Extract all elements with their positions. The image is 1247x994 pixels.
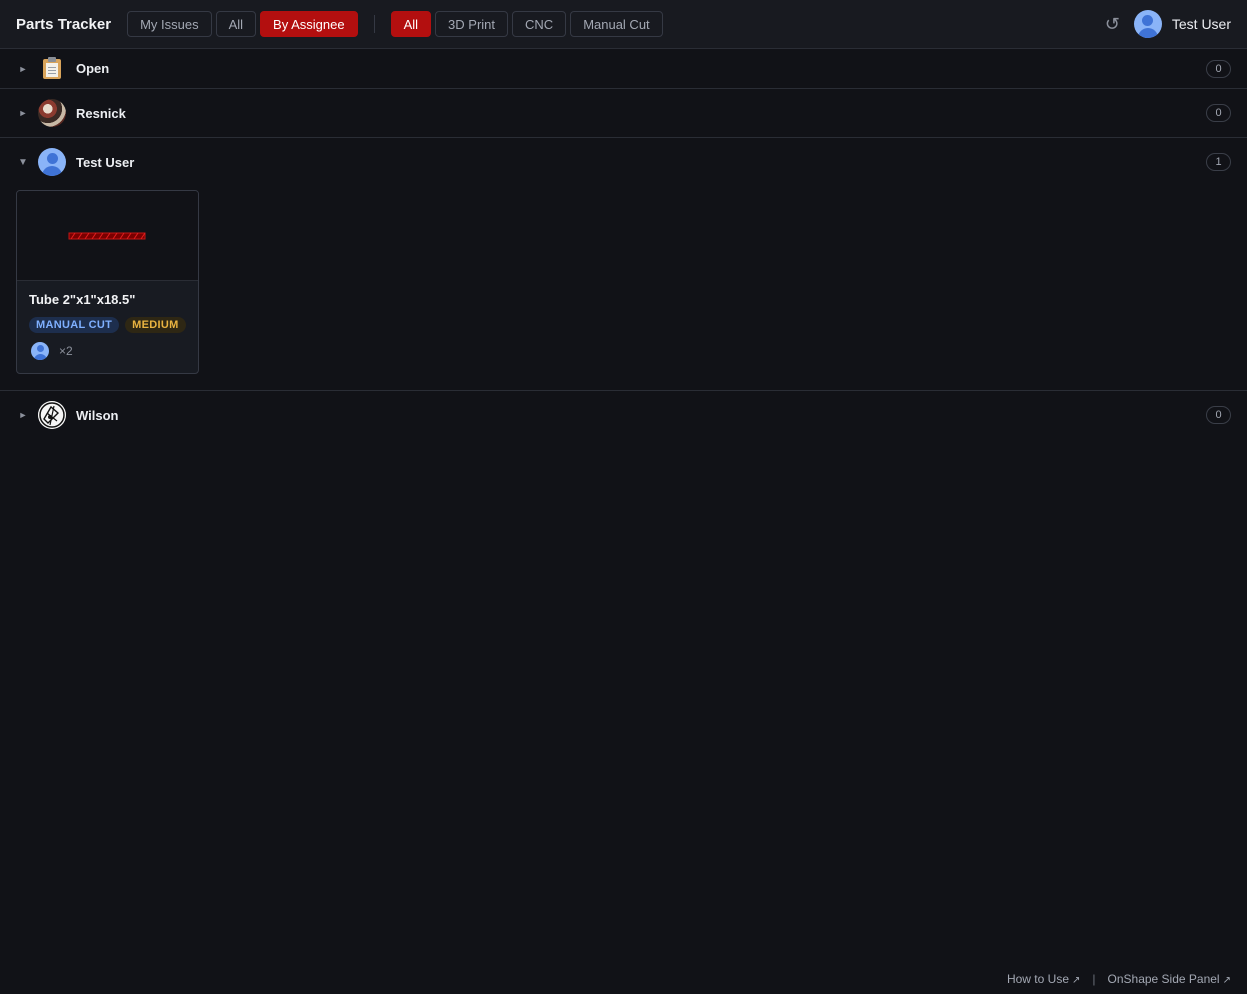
user-avatar-icon[interactable] bbox=[1133, 10, 1162, 38]
external-link-icon: ↗ bbox=[1072, 975, 1081, 986]
how-to-use-label: How to Use bbox=[1006, 972, 1069, 986]
group-test-user[interactable]: ▼ Test User 1 bbox=[0, 138, 1247, 186]
group-name: Test User bbox=[76, 154, 135, 170]
group-wilson[interactable]: ► Wilson 0 bbox=[0, 391, 1247, 439]
filter-all[interactable]: All bbox=[390, 11, 432, 37]
app-title: Parts Tracker bbox=[16, 15, 112, 33]
side-panel-label: OnShape Side Panel bbox=[1107, 972, 1220, 986]
priority-tag: MEDIUM bbox=[125, 317, 186, 333]
footer: How to Use ↗ | OnShape Side Panel ↗ bbox=[1007, 972, 1231, 986]
expand-caret-icon[interactable]: ► bbox=[16, 410, 30, 420]
toolbar-divider bbox=[373, 15, 375, 33]
type-tag: MANUAL CUT bbox=[29, 317, 120, 333]
expand-caret-icon[interactable]: ► bbox=[16, 108, 30, 118]
collapse-caret-icon[interactable]: ▼ bbox=[16, 157, 30, 168]
count-badge: 1 bbox=[1206, 153, 1231, 171]
avatar-resnick bbox=[38, 99, 66, 127]
tube-part-image bbox=[68, 232, 145, 239]
onshape-side-panel-link[interactable]: OnShape Side Panel ↗ bbox=[1108, 972, 1231, 986]
filter-cnc[interactable]: CNC bbox=[512, 11, 567, 37]
clipboard-icon bbox=[38, 55, 66, 83]
assignee-avatar-icon bbox=[31, 342, 49, 360]
group-resnick[interactable]: ► Resnick 0 bbox=[0, 89, 1247, 137]
user-avatar-icon bbox=[38, 148, 66, 176]
user-area: ↺ Test User bbox=[1105, 10, 1231, 38]
expand-caret-icon[interactable]: ► bbox=[16, 64, 30, 74]
tab-all[interactable]: All bbox=[215, 11, 257, 37]
count-badge: 0 bbox=[1206, 406, 1231, 424]
group-name: Wilson bbox=[76, 407, 119, 423]
filter-manual-cut[interactable]: Manual Cut bbox=[570, 11, 663, 37]
external-link-icon: ↗ bbox=[1222, 975, 1231, 986]
refresh-icon[interactable]: ↺ bbox=[1105, 14, 1120, 35]
quantity: ×2 bbox=[59, 344, 73, 358]
filter-3d-print[interactable]: 3D Print bbox=[435, 11, 509, 37]
tab-my-issues[interactable]: My Issues bbox=[127, 11, 212, 37]
how-to-use-link[interactable]: How to Use ↗ bbox=[1007, 972, 1080, 986]
avatar-wilson bbox=[38, 401, 66, 429]
group-open[interactable]: ► Open 0 bbox=[0, 49, 1247, 88]
part-title: Tube 2"x1"x18.5" bbox=[29, 292, 136, 307]
tab-by-assignee[interactable]: By Assignee bbox=[260, 11, 358, 37]
group-name: Open bbox=[76, 61, 110, 76]
count-badge: 0 bbox=[1206, 59, 1231, 78]
part-card[interactable]: Tube 2"x1"x18.5" MANUAL CUT MEDIUM ×2 bbox=[16, 190, 199, 374]
footer-separator: | bbox=[1092, 972, 1096, 986]
top-bar: Parts Tracker My Issues All By Assignee … bbox=[0, 0, 1247, 49]
part-thumbnail bbox=[17, 191, 198, 281]
count-badge: 0 bbox=[1206, 104, 1231, 122]
group-name: Resnick bbox=[76, 105, 126, 121]
user-name[interactable]: Test User bbox=[1172, 16, 1231, 32]
